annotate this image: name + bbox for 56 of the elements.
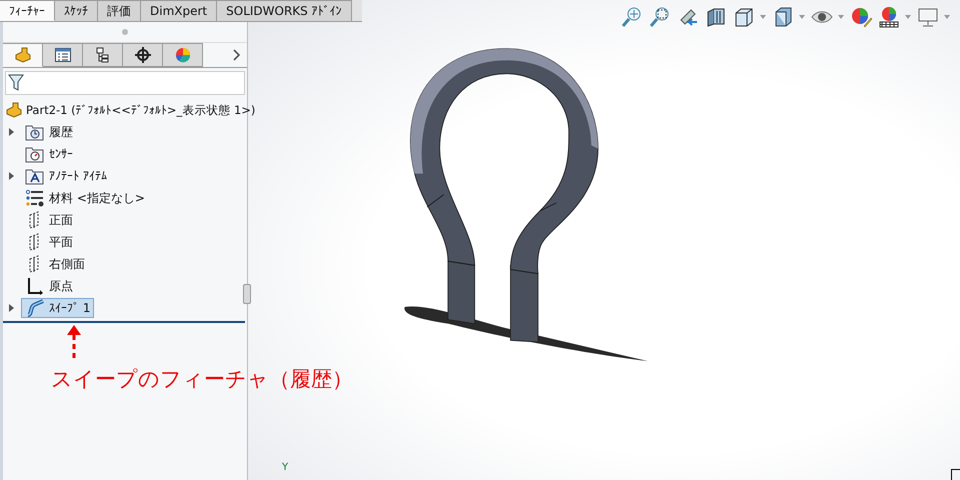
dropdown-caret-icon[interactable] xyxy=(799,15,805,19)
tree-item[interactable]: 平面 xyxy=(21,232,77,252)
command-tab[interactable]: 評価 xyxy=(98,0,141,21)
command-tab[interactable]: SOLIDWORKS ｱﾄﾞｲﾝ xyxy=(217,0,352,21)
tree-item[interactable]: ｾﾝｻｰ xyxy=(21,144,77,164)
expand-arrow-icon[interactable] xyxy=(9,128,15,136)
list-icon xyxy=(54,47,72,63)
config-tab[interactable] xyxy=(83,43,123,67)
expand-arrow-icon[interactable] xyxy=(9,304,15,312)
dropdown-caret-icon[interactable] xyxy=(838,15,844,19)
gauge-folder-icon xyxy=(25,145,45,163)
splitter-handle[interactable] xyxy=(122,29,128,35)
scene-icon[interactable] xyxy=(878,6,900,28)
edit-appearance-icon[interactable] xyxy=(850,6,872,28)
y-axis-label: Y xyxy=(282,462,288,473)
material-list-icon xyxy=(25,189,45,207)
dropdown-caret-icon[interactable] xyxy=(905,15,911,19)
tree-item[interactable]: 右側面 xyxy=(21,254,89,274)
property-tab[interactable] xyxy=(43,43,83,67)
dashed-arrow-icon xyxy=(67,325,81,361)
part-icon xyxy=(14,47,32,63)
command-tab[interactable]: ﾌｨｰﾁｬｰ xyxy=(0,0,55,21)
origin-axes-icon xyxy=(25,277,45,295)
tree-item[interactable]: 原点 xyxy=(21,276,77,296)
feature-tab[interactable] xyxy=(3,43,43,67)
crosshair-icon xyxy=(134,47,152,63)
command-tab[interactable]: ｽｹｯﾁ xyxy=(55,0,98,21)
annotation-text: スイープのフィーチャ（履歴） xyxy=(51,366,353,393)
clock-folder-icon xyxy=(25,123,45,141)
corner-mark-icon xyxy=(951,469,960,480)
view-orientation-icon[interactable] xyxy=(733,6,755,28)
section-view-icon[interactable] xyxy=(705,6,727,28)
dropdown-caret-icon[interactable] xyxy=(760,15,766,19)
filter-field[interactable] xyxy=(5,71,245,95)
chevron-right-icon[interactable] xyxy=(233,49,241,61)
filter-icon xyxy=(8,74,24,92)
command-tab[interactable]: DimXpert xyxy=(141,0,218,21)
part-icon xyxy=(5,102,23,118)
tree-item[interactable]: 材料 <指定なし> xyxy=(21,188,149,208)
dropdown-caret-icon[interactable] xyxy=(944,15,950,19)
monitor-icon[interactable] xyxy=(917,6,939,28)
panel-resize-handle[interactable] xyxy=(243,284,251,304)
expand-arrow-icon[interactable] xyxy=(9,172,15,180)
zoom-area-icon[interactable] xyxy=(649,6,671,28)
part-name[interactable]: Part2-1 (ﾃﾞﾌｫﾙﾄ<<ﾃﾞﾌｫﾙﾄ>_表示状態 1>) xyxy=(26,102,256,118)
dimension-tab[interactable] xyxy=(123,43,163,67)
sweep-icon xyxy=(25,299,45,317)
tree-item[interactable]: 履歴 xyxy=(21,122,77,142)
tree-item[interactable]: ｽｲｰﾌﾟ 1 xyxy=(21,298,94,318)
letter-folder-icon xyxy=(25,167,45,185)
tree-item[interactable]: 正面 xyxy=(21,210,77,230)
zoom-fit-icon[interactable] xyxy=(621,6,643,28)
color-wheel-icon xyxy=(174,47,192,63)
tree-item[interactable]: ｱﾉﾃｰﾄ ｱｲﾃﾑ xyxy=(21,166,111,186)
tree-icon xyxy=(94,47,112,63)
display-tab[interactable] xyxy=(163,43,203,67)
